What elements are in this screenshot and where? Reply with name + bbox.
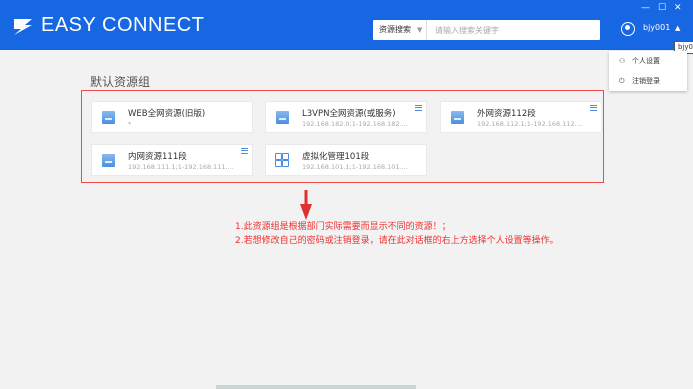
resource-card[interactable]: 外网资源112段 192.168.112.1;1-192.168.112.... bbox=[440, 101, 602, 133]
list-menu-icon[interactable] bbox=[241, 146, 248, 154]
power-icon: ⏻ bbox=[619, 77, 625, 85]
easyconnect-logo-icon bbox=[14, 19, 32, 35]
resource-card[interactable]: L3VPN全网资源(或服务) 192.168.182.0;1-192.168.1… bbox=[265, 101, 427, 133]
list-menu-icon[interactable] bbox=[415, 103, 422, 111]
menu-item-personal-settings[interactable]: ⚇ 个人设置 bbox=[619, 56, 660, 66]
resource-address: 192.168.112.1;1-192.168.112.... bbox=[477, 120, 583, 128]
resource-address: 192.168.111.1;1-192.168.111.... bbox=[128, 163, 234, 171]
chevron-down-icon: ▼ bbox=[417, 26, 423, 34]
resource-card[interactable]: 内网资源111段 192.168.111.1;1-192.168.111.... bbox=[91, 144, 253, 176]
resource-name: 内网资源111段 bbox=[128, 152, 187, 162]
user-name[interactable]: bjy001 bbox=[643, 23, 670, 32]
resource-name: L3VPN全网资源(或服务) bbox=[302, 109, 396, 119]
maximize-icon[interactable]: ☐ bbox=[658, 3, 666, 13]
search-type-label: 资源搜索 bbox=[379, 25, 411, 34]
search-bar: 资源搜索 ▼ bbox=[373, 20, 600, 40]
resource-name: 虚拟化管理101段 bbox=[302, 152, 370, 162]
resource-icon bbox=[102, 154, 115, 167]
grid-icon bbox=[275, 153, 289, 167]
search-type-dropdown[interactable]: 资源搜索 ▼ bbox=[373, 20, 427, 40]
resource-icon bbox=[276, 111, 289, 124]
resource-address: 192.168.182.0;1-192.168.182.... bbox=[302, 120, 408, 128]
resource-address: 192.168.101.1;1-192.168.101.... bbox=[302, 163, 408, 171]
annotation-arrow bbox=[300, 190, 312, 220]
user-menu: ⚇ 个人设置 ⏻ 注销登录 bbox=[609, 51, 687, 91]
resource-address: * bbox=[128, 120, 132, 128]
resource-name: 外网资源112段 bbox=[477, 109, 536, 119]
resource-card[interactable]: WEB全网资源(旧版) * bbox=[91, 101, 253, 133]
app-header: EASY CONNECT 资源搜索 ▼ — ☐ ✕ bjy001 ▲ bbox=[0, 0, 693, 50]
bottom-edge bbox=[216, 385, 416, 389]
search-input[interactable] bbox=[429, 20, 597, 40]
menu-item-label: 注销登录 bbox=[632, 77, 660, 85]
annotation-line-1: 1.此资源组是根据部门实际需要而显示不同的资源！； bbox=[235, 222, 451, 232]
app-title: EASY CONNECT bbox=[41, 14, 205, 36]
close-icon[interactable]: ✕ bbox=[674, 3, 682, 13]
resource-name: WEB全网资源(旧版) bbox=[128, 109, 206, 119]
menu-item-label: 个人设置 bbox=[632, 57, 660, 65]
resource-icon bbox=[102, 111, 115, 124]
annotation-line-2: 2.若想修改自己的密码或注销登录，请在此对话框的右上方选择个人设置等操作。 bbox=[235, 236, 559, 246]
list-menu-icon[interactable] bbox=[590, 103, 597, 111]
annotation-text: 1.此资源组是根据部门实际需要而显示不同的资源！； 2.若想修改自己的密码或注销… bbox=[235, 220, 559, 248]
avatar-icon[interactable] bbox=[621, 22, 635, 36]
resource-icon bbox=[451, 111, 464, 124]
group-title: 默认资源组 bbox=[90, 75, 151, 89]
user-icon: ⚇ bbox=[619, 57, 626, 65]
menu-item-logout[interactable]: ⏻ 注销登录 bbox=[619, 76, 660, 86]
resource-card[interactable]: 虚拟化管理101段 192.168.101.1;1-192.168.101...… bbox=[265, 144, 427, 176]
caret-up-icon[interactable]: ▲ bbox=[675, 24, 680, 32]
minimize-icon[interactable]: — bbox=[641, 3, 650, 13]
